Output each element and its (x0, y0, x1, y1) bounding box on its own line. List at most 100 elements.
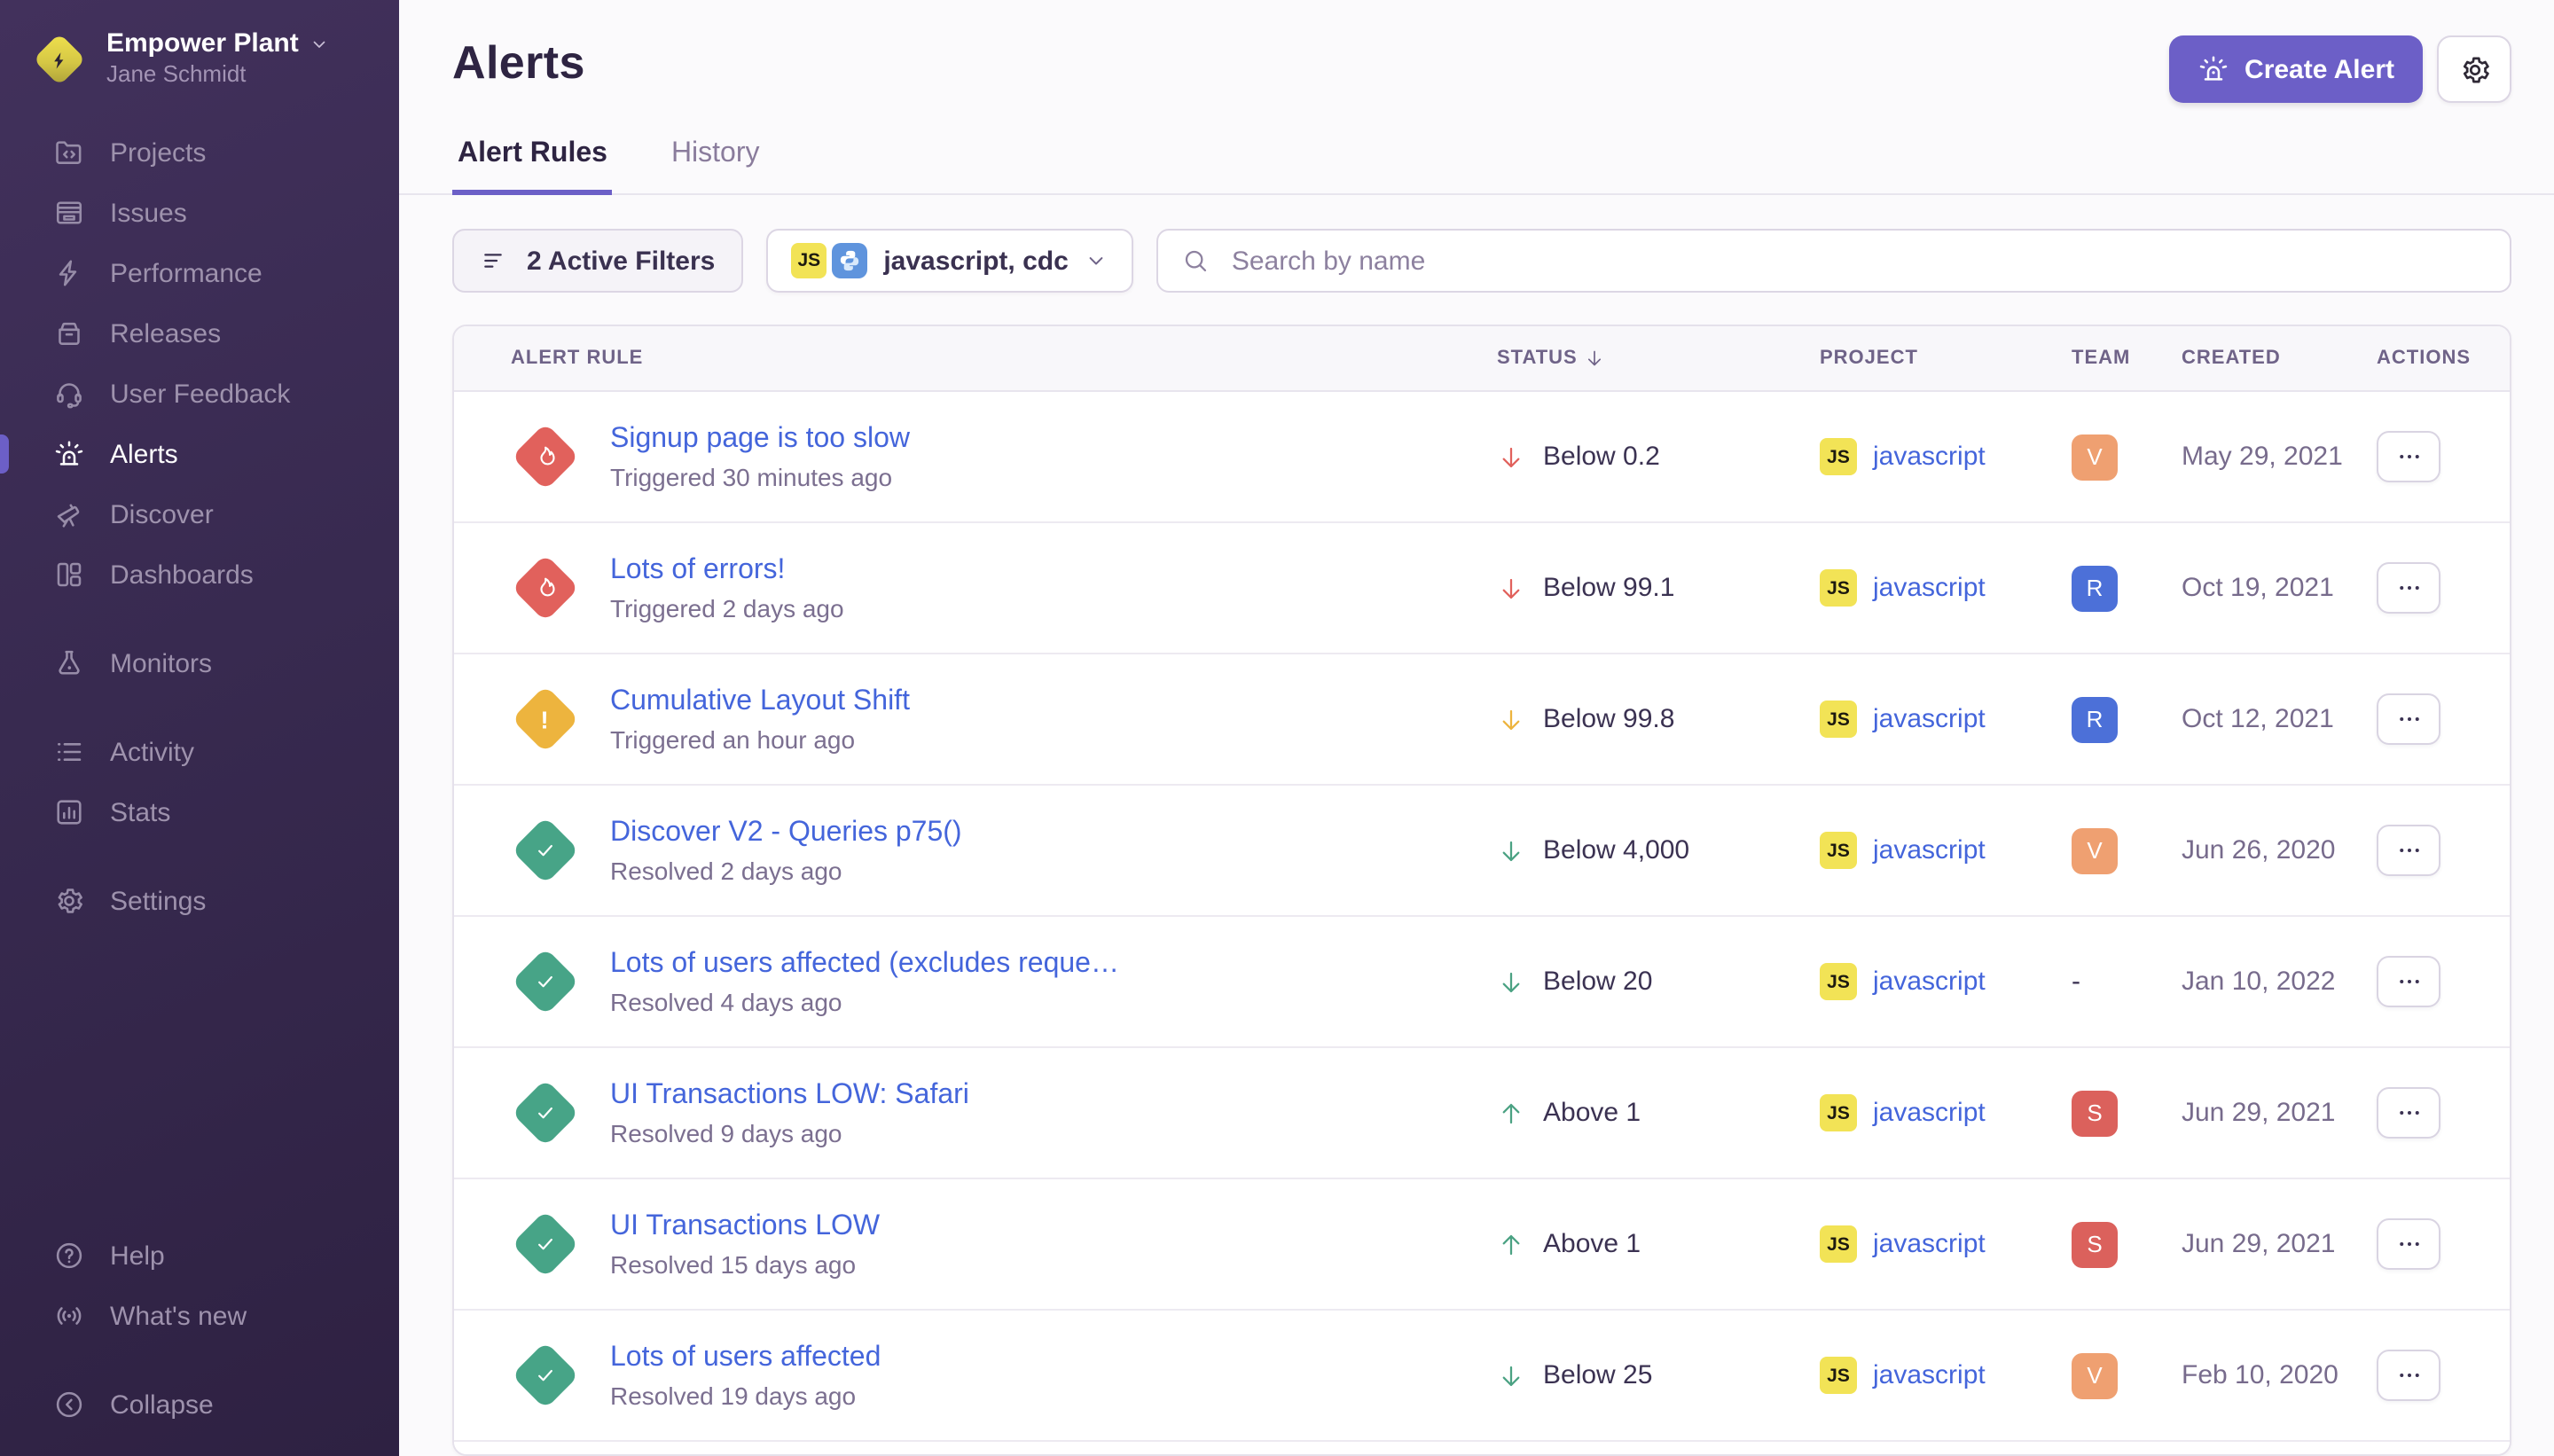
alerts-settings-button[interactable] (2437, 35, 2511, 103)
project-link[interactable]: javascript (1873, 835, 1986, 865)
alert-rule-detail: Triggered 2 days ago (610, 593, 844, 622)
team-cell: R (2072, 565, 2182, 611)
table-row: Lots of errors! Triggered 2 days ago Bel… (454, 523, 2510, 654)
arrow-down-icon (1497, 1361, 1525, 1389)
created-date: Jun 26, 2020 (2182, 835, 2377, 865)
chevron-down-icon (309, 33, 331, 54)
sidebar-item-alerts[interactable]: Alerts (0, 424, 399, 484)
sidebar-item-help[interactable]: Help (0, 1225, 399, 1286)
alert-rule-link[interactable]: Cumulative Layout Shift (610, 685, 910, 717)
help-icon (53, 1240, 85, 1272)
sidebar-item-performance[interactable]: Performance (0, 243, 399, 303)
team-avatar: R (2072, 696, 2118, 742)
sidebar-item-label: Projects (110, 137, 206, 168)
ellipsis-icon (2395, 837, 2422, 864)
alert-rule-link[interactable]: UI Transactions LOW (610, 1210, 880, 1242)
alert-rule-detail: Resolved 19 days ago (610, 1381, 881, 1409)
tab-alert-rules[interactable]: Alert Rules (452, 138, 613, 195)
sidebar-item-label: Activity (110, 737, 194, 767)
sidebar-item-label: User Feedback (110, 379, 290, 409)
row-actions-button[interactable] (2377, 1087, 2440, 1139)
org-switcher[interactable]: Empower Plant Jane Schmidt (0, 28, 399, 90)
table-row: Lots of users affected (excludes reque… … (454, 917, 2510, 1048)
javascript-platform-icon: JS (1820, 438, 1857, 475)
sidebar-nav-quaternary: Settings (0, 871, 399, 931)
team-avatar: S (2072, 1221, 2118, 1267)
alert-rule-link[interactable]: Lots of users affected (excludes reque… (610, 948, 1119, 980)
project-link[interactable]: javascript (1873, 1360, 1986, 1390)
alert-rule-link[interactable]: Lots of users affected (610, 1342, 881, 1374)
dashboards-icon (53, 559, 85, 591)
sort-desc-icon (1585, 348, 1606, 369)
whatsnew-icon (53, 1300, 85, 1332)
row-actions-button[interactable] (2377, 825, 2440, 876)
project-link[interactable]: javascript (1873, 967, 1986, 997)
sidebar-item-settings[interactable]: Settings (0, 871, 399, 931)
feedback-icon (53, 378, 85, 410)
team-avatar: R (2072, 565, 2118, 611)
sidebar-item-discover[interactable]: Discover (0, 484, 399, 544)
project-link[interactable]: javascript (1873, 1229, 1986, 1259)
row-actions-button[interactable] (2377, 693, 2440, 745)
row-actions-button[interactable] (2377, 1218, 2440, 1270)
team-none: - (2072, 966, 2080, 996)
project-link[interactable]: javascript (1873, 442, 1986, 472)
javascript-platform-icon: JS (1820, 569, 1857, 607)
sidebar-item-label: Releases (110, 318, 221, 348)
alert-rule-link[interactable]: Signup page is too slow (610, 423, 910, 455)
search-input[interactable] (1228, 244, 2487, 278)
row-actions-button[interactable] (2377, 1350, 2440, 1401)
sidebar-item-collapse[interactable]: Collapse (0, 1374, 399, 1435)
monitors-icon (53, 647, 85, 679)
sidebar-item-what-s-new[interactable]: What's new (0, 1286, 399, 1346)
project-cell: JS javascript (1820, 701, 2072, 738)
alert-rule-link[interactable]: Discover V2 - Queries p75() (610, 817, 962, 849)
table-row: UI Transactions LOW: Safari Resolved 9 d… (454, 1048, 2510, 1179)
sidebar-item-monitors[interactable]: Monitors (0, 633, 399, 693)
python-project-icon (832, 243, 867, 278)
status-threshold: Above 1 (1543, 1229, 1641, 1259)
status-threshold: Below 0.2 (1543, 442, 1660, 472)
sidebar-item-dashboards[interactable]: Dashboards (0, 544, 399, 605)
project-link[interactable]: javascript (1873, 704, 1986, 734)
row-actions-button[interactable] (2377, 562, 2440, 614)
arrow-down-icon (1497, 574, 1525, 602)
status-cell: Above 1 (1497, 1098, 1820, 1128)
alert-state-icon (511, 554, 578, 622)
sidebar-item-stats[interactable]: Stats (0, 782, 399, 842)
sidebar-item-user-feedback[interactable]: User Feedback (0, 364, 399, 424)
project-link[interactable]: javascript (1873, 573, 1986, 603)
created-date: Oct 19, 2021 (2182, 573, 2377, 603)
resolved-glyph (531, 1231, 558, 1257)
sidebar-item-issues[interactable]: Issues (0, 183, 399, 243)
row-actions-button[interactable] (2377, 956, 2440, 1007)
status-threshold: Below 4,000 (1543, 835, 1689, 865)
row-actions-button[interactable] (2377, 431, 2440, 482)
tab-history[interactable]: History (666, 138, 765, 195)
alerts-icon (53, 438, 85, 470)
create-alert-button[interactable]: Create Alert (2168, 35, 2423, 103)
active-filters-button[interactable]: 2 Active Filters (452, 229, 743, 293)
search-icon (1182, 247, 1210, 275)
alert-rule-detail: Resolved 2 days ago (610, 856, 962, 884)
sidebar-item-label: Alerts (110, 439, 178, 469)
activity-icon (53, 736, 85, 768)
project-selector[interactable]: JS javascript, cdc (766, 229, 1133, 293)
sidebar-item-projects[interactable]: Projects (0, 122, 399, 183)
project-link[interactable]: javascript (1873, 1098, 1986, 1128)
siren-icon (2197, 53, 2229, 85)
alert-rule-link[interactable]: UI Transactions LOW: Safari (610, 1079, 969, 1111)
sidebar-item-activity[interactable]: Activity (0, 722, 399, 782)
alert-rule-detail: Resolved 4 days ago (610, 987, 1119, 1015)
javascript-project-icon: JS (791, 243, 827, 278)
alert-rule-link[interactable]: Lots of errors! (610, 554, 844, 586)
resolved-glyph (531, 968, 558, 995)
project-cell: JS javascript (1820, 1225, 2072, 1263)
sidebar-item-releases[interactable]: Releases (0, 303, 399, 364)
alert-rule-detail: Resolved 15 days ago (610, 1249, 880, 1278)
created-date: Jun 29, 2021 (2182, 1098, 2377, 1128)
tab-bar: Alert Rules History (399, 138, 2554, 195)
column-header-status[interactable]: STATUS (1497, 348, 1820, 369)
sentry-org-logo (32, 33, 85, 86)
status-cell: Below 20 (1497, 967, 1820, 997)
